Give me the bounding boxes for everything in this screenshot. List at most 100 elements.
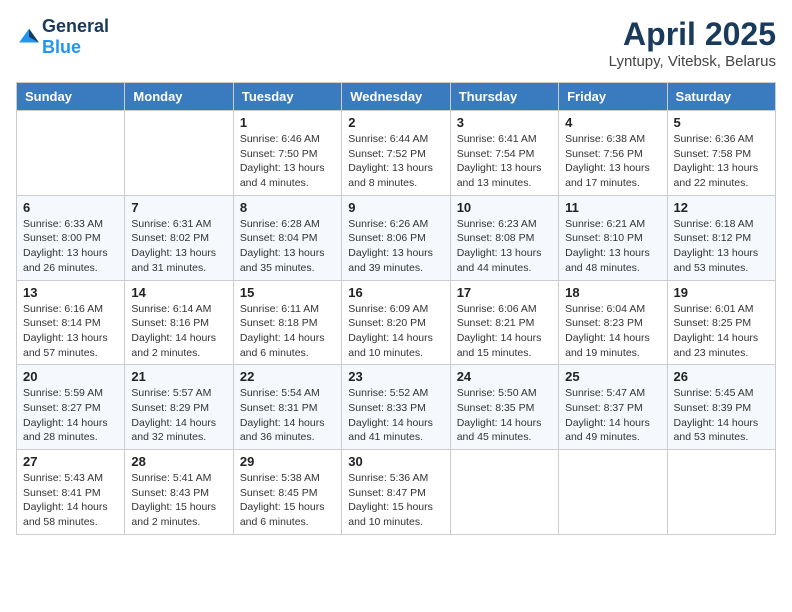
month-title: April 2025	[609, 16, 776, 53]
day-number: 14	[131, 285, 226, 300]
day-number: 5	[674, 115, 769, 130]
day-number: 17	[457, 285, 552, 300]
day-info: Sunrise: 5:41 AMSunset: 8:43 PMDaylight:…	[131, 471, 226, 530]
day-number: 30	[348, 454, 443, 469]
day-info: Sunrise: 5:52 AMSunset: 8:33 PMDaylight:…	[348, 386, 443, 445]
day-cell: 8Sunrise: 6:28 AMSunset: 8:04 PMDaylight…	[233, 195, 341, 280]
day-number: 12	[674, 200, 769, 215]
day-cell: 7 Sunrise: 6:31 AMSunset: 8:02 PMDaylight…	[125, 195, 233, 280]
day-cell: 4 Sunrise: 6:38 AMSunset: 7:56 PMDaylight…	[559, 111, 667, 196]
weekday-header-friday: Friday	[559, 83, 667, 111]
day-number: 19	[674, 285, 769, 300]
day-number: 20	[23, 369, 118, 384]
day-number: 10	[457, 200, 552, 215]
day-info: Sunrise: 6:28 AMSunset: 8:04 PMDaylight:…	[240, 217, 335, 276]
logo-blue-text: Blue	[42, 37, 81, 57]
day-info: Sunrise: 5:54 AMSunset: 8:31 PMDaylight:…	[240, 386, 335, 445]
day-info: Sunrise: 6:36 AMSunset: 7:58 PMDaylight:…	[674, 132, 769, 191]
day-number: 4	[565, 115, 660, 130]
day-info: Sunrise: 6:18 AMSunset: 8:12 PMDaylight:…	[674, 217, 769, 276]
day-number: 3	[457, 115, 552, 130]
day-info: Sunrise: 6:16 AMSunset: 8:14 PMDaylight:…	[23, 302, 118, 361]
day-cell	[17, 111, 125, 196]
header: General Blue April 2025 Lyntupy, Vitebsk…	[16, 16, 776, 70]
day-number: 7	[131, 200, 226, 215]
day-number: 28	[131, 454, 226, 469]
day-cell: 14 Sunrise: 6:14 AMSunset: 8:16 PMDayligh…	[125, 280, 233, 365]
day-cell: 28 Sunrise: 5:41 AMSunset: 8:43 PMDayligh…	[125, 450, 233, 535]
day-number: 29	[240, 454, 335, 469]
day-number: 18	[565, 285, 660, 300]
day-number: 26	[674, 369, 769, 384]
day-number: 9	[348, 200, 443, 215]
day-info: Sunrise: 6:01 AMSunset: 8:25 PMDaylight:…	[674, 302, 769, 361]
logo-icon	[18, 26, 40, 48]
day-cell: 12 Sunrise: 6:18 AMSunset: 8:12 PMDayligh…	[667, 195, 775, 280]
week-row-1: 1 Sunrise: 6:46 AMSunset: 7:50 PMDaylight…	[17, 111, 776, 196]
day-cell: 21 Sunrise: 5:57 AMSunset: 8:29 PMDayligh…	[125, 365, 233, 450]
day-cell: 9 Sunrise: 6:26 AMSunset: 8:06 PMDaylight…	[342, 195, 450, 280]
day-info: Sunrise: 6:41 AMSunset: 7:54 PMDaylight:…	[457, 132, 552, 191]
weekday-header-monday: Monday	[125, 83, 233, 111]
day-cell: 18Sunrise: 6:04 AMSunset: 8:23 PMDayligh…	[559, 280, 667, 365]
day-cell	[450, 450, 558, 535]
day-info: Sunrise: 6:26 AMSunset: 8:06 PMDaylight:…	[348, 217, 443, 276]
day-info: Sunrise: 6:33 AMSunset: 8:00 PMDaylight:…	[23, 217, 118, 276]
day-info: Sunrise: 6:23 AMSunset: 8:08 PMDaylight:…	[457, 217, 552, 276]
day-cell	[125, 111, 233, 196]
day-info: Sunrise: 6:09 AMSunset: 8:20 PMDaylight:…	[348, 302, 443, 361]
day-cell: 3 Sunrise: 6:41 AMSunset: 7:54 PMDaylight…	[450, 111, 558, 196]
day-number: 23	[348, 369, 443, 384]
day-cell: 26 Sunrise: 5:45 AMSunset: 8:39 PMDayligh…	[667, 365, 775, 450]
day-cell: 6 Sunrise: 6:33 AMSunset: 8:00 PMDaylight…	[17, 195, 125, 280]
day-cell: 25Sunrise: 5:47 AMSunset: 8:37 PMDayligh…	[559, 365, 667, 450]
day-info: Sunrise: 5:57 AMSunset: 8:29 PMDaylight:…	[131, 386, 226, 445]
day-cell: 24Sunrise: 5:50 AMSunset: 8:35 PMDayligh…	[450, 365, 558, 450]
day-info: Sunrise: 6:11 AMSunset: 8:18 PMDaylight:…	[240, 302, 335, 361]
weekday-header-row: SundayMondayTuesdayWednesdayThursdayFrid…	[17, 83, 776, 111]
day-cell: 15 Sunrise: 6:11 AMSunset: 8:18 PMDayligh…	[233, 280, 341, 365]
day-info: Sunrise: 6:38 AMSunset: 7:56 PMDaylight:…	[565, 132, 660, 191]
day-info: Sunrise: 5:45 AMSunset: 8:39 PMDaylight:…	[674, 386, 769, 445]
week-row-3: 13Sunrise: 6:16 AMSunset: 8:14 PMDayligh…	[17, 280, 776, 365]
day-cell: 20 Sunrise: 5:59 AMSunset: 8:27 PMDayligh…	[17, 365, 125, 450]
weekday-header-tuesday: Tuesday	[233, 83, 341, 111]
day-cell	[559, 450, 667, 535]
day-number: 22	[240, 369, 335, 384]
day-number: 27	[23, 454, 118, 469]
day-info: Sunrise: 6:46 AMSunset: 7:50 PMDaylight:…	[240, 132, 335, 191]
day-info: Sunrise: 5:38 AMSunset: 8:45 PMDaylight:…	[240, 471, 335, 530]
day-number: 2	[348, 115, 443, 130]
week-row-4: 20 Sunrise: 5:59 AMSunset: 8:27 PMDayligh…	[17, 365, 776, 450]
day-cell: 22 Sunrise: 5:54 AMSunset: 8:31 PMDayligh…	[233, 365, 341, 450]
weekday-header-sunday: Sunday	[17, 83, 125, 111]
day-number: 11	[565, 200, 660, 215]
day-number: 1	[240, 115, 335, 130]
day-number: 6	[23, 200, 118, 215]
day-cell: 13Sunrise: 6:16 AMSunset: 8:14 PMDayligh…	[17, 280, 125, 365]
day-info: Sunrise: 5:50 AMSunset: 8:35 PMDaylight:…	[457, 386, 552, 445]
day-number: 16	[348, 285, 443, 300]
day-info: Sunrise: 5:36 AMSunset: 8:47 PMDaylight:…	[348, 471, 443, 530]
day-cell: 27 Sunrise: 5:43 AMSunset: 8:41 PMDayligh…	[17, 450, 125, 535]
day-cell: 11 Sunrise: 6:21 AMSunset: 8:10 PMDayligh…	[559, 195, 667, 280]
day-info: Sunrise: 5:43 AMSunset: 8:41 PMDaylight:…	[23, 471, 118, 530]
week-row-2: 6 Sunrise: 6:33 AMSunset: 8:00 PMDaylight…	[17, 195, 776, 280]
logo: General Blue	[16, 16, 109, 58]
day-info: Sunrise: 6:21 AMSunset: 8:10 PMDaylight:…	[565, 217, 660, 276]
title-area: April 2025 Lyntupy, Vitebsk, Belarus	[609, 16, 776, 70]
day-cell: 16 Sunrise: 6:09 AMSunset: 8:20 PMDayligh…	[342, 280, 450, 365]
day-number: 21	[131, 369, 226, 384]
day-info: Sunrise: 6:44 AMSunset: 7:52 PMDaylight:…	[348, 132, 443, 191]
day-cell: 23 Sunrise: 5:52 AMSunset: 8:33 PMDayligh…	[342, 365, 450, 450]
day-cell: 5 Sunrise: 6:36 AMSunset: 7:58 PMDaylight…	[667, 111, 775, 196]
day-info: Sunrise: 6:06 AMSunset: 8:21 PMDaylight:…	[457, 302, 552, 361]
weekday-header-saturday: Saturday	[667, 83, 775, 111]
day-cell	[667, 450, 775, 535]
day-cell: 30 Sunrise: 5:36 AMSunset: 8:47 PMDayligh…	[342, 450, 450, 535]
logo-general-text: General	[42, 16, 109, 36]
day-info: Sunrise: 6:31 AMSunset: 8:02 PMDaylight:…	[131, 217, 226, 276]
day-info: Sunrise: 5:59 AMSunset: 8:27 PMDaylight:…	[23, 386, 118, 445]
day-number: 15	[240, 285, 335, 300]
day-info: Sunrise: 6:14 AMSunset: 8:16 PMDaylight:…	[131, 302, 226, 361]
